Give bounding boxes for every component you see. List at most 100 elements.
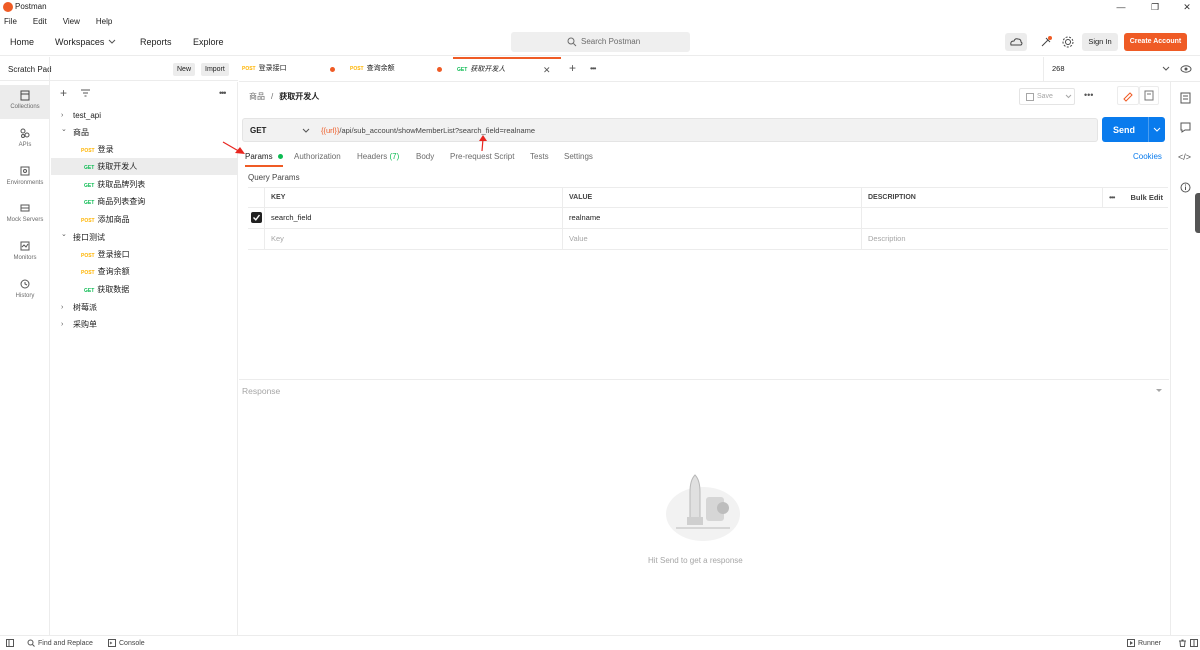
- filter-icon[interactable]: [81, 89, 90, 97]
- menu-edit[interactable]: Edit: [33, 17, 47, 26]
- find-replace-button[interactable]: Find and Replace: [27, 639, 93, 647]
- create-account-button[interactable]: Create Account: [1124, 33, 1187, 51]
- method-select[interactable]: GET: [242, 118, 317, 142]
- tab-headers[interactable]: Headers (7): [357, 152, 399, 161]
- rail-environments[interactable]: Environments: [0, 161, 50, 195]
- satellite-icon[interactable]: [1039, 35, 1053, 49]
- nav-reports[interactable]: Reports: [140, 37, 172, 47]
- tree-item-request[interactable]: POST 登录: [51, 141, 237, 158]
- tree-item-api-test[interactable]: ⌄ 接口测试: [51, 229, 237, 246]
- tab-authorization[interactable]: Authorization: [294, 152, 341, 161]
- tree-item-request[interactable]: POST 添加商品: [51, 211, 237, 228]
- param-key-placeholder[interactable]: Key: [264, 229, 566, 249]
- tree-item-goods[interactable]: ⌄ 商品: [51, 124, 237, 141]
- tree-item-request[interactable]: GET 获取品牌列表: [51, 176, 237, 193]
- tab-request-active[interactable]: GET 获取开发人 ✕: [453, 57, 561, 81]
- table-header-row: KEY VALUE DESCRIPTION ••• Bulk Edit: [248, 187, 1168, 208]
- search-icon: [567, 37, 577, 47]
- tab-headers-label: Headers: [357, 152, 388, 161]
- bulk-edit-button[interactable]: Bulk Edit: [1131, 193, 1164, 202]
- tree-item-request[interactable]: GET 商品列表查询: [51, 193, 237, 210]
- documentation-icon[interactable]: [1180, 92, 1191, 104]
- param-value-cell[interactable]: realname: [562, 208, 860, 228]
- gear-icon[interactable]: [1062, 36, 1074, 48]
- menu-file[interactable]: File: [4, 17, 17, 26]
- send-button[interactable]: Send: [1102, 117, 1165, 142]
- tab-settings[interactable]: Settings: [564, 152, 593, 161]
- tree-item-test-api[interactable]: › test_api: [51, 107, 237, 124]
- method-badge: GET: [84, 183, 95, 189]
- table-more-icon[interactable]: •••: [1109, 193, 1115, 202]
- col-key-header: KEY: [264, 188, 566, 208]
- code-icon[interactable]: </>: [1178, 152, 1191, 162]
- tree-item-request[interactable]: POST 登录接口: [51, 246, 237, 263]
- param-key-cell[interactable]: search_field: [264, 208, 566, 228]
- close-tab-icon[interactable]: ✕: [543, 59, 551, 81]
- cookies-link[interactable]: Cookies: [1133, 152, 1162, 161]
- save-button[interactable]: Save: [1019, 88, 1075, 105]
- new-button[interactable]: New: [173, 63, 196, 76]
- layout-icon[interactable]: [1190, 639, 1198, 647]
- environment-select[interactable]: 268: [1043, 57, 1178, 81]
- comments-icon[interactable]: [1180, 122, 1191, 133]
- tree-item-request-selected[interactable]: GET 获取开发人: [51, 158, 237, 175]
- eye-icon[interactable]: [1180, 64, 1192, 74]
- tab-params[interactable]: Params: [245, 152, 283, 167]
- breadcrumb-current[interactable]: 获取开发人: [279, 91, 319, 102]
- info-icon[interactable]: [1180, 182, 1191, 193]
- maximize-button[interactable]: ❐: [1146, 1, 1164, 13]
- minimize-button[interactable]: —: [1112, 1, 1130, 13]
- tree-item-raspberry[interactable]: › 树莓派: [51, 299, 237, 316]
- tree-item-label: 接口测试: [73, 233, 105, 242]
- nav-explore[interactable]: Explore: [193, 37, 224, 47]
- response-header[interactable]: Response: [239, 379, 1169, 399]
- search-input[interactable]: Search Postman: [511, 32, 690, 52]
- tree-item-request[interactable]: POST 查询余额: [51, 263, 237, 280]
- sidebar-toggle-icon[interactable]: [6, 639, 14, 647]
- col-description-header: DESCRIPTION: [861, 188, 1102, 208]
- history-icon: [20, 279, 30, 289]
- breadcrumb-parent[interactable]: 商品: [249, 91, 265, 102]
- param-value-placeholder[interactable]: Value: [562, 229, 860, 249]
- url-text: {{url}}/api/sub_account/showMemberList?s…: [321, 126, 535, 135]
- tree-item-label: 采购单: [73, 320, 97, 329]
- tab-tests[interactable]: Tests: [530, 152, 549, 161]
- rail-monitors[interactable]: Monitors: [0, 236, 50, 270]
- sign-in-button[interactable]: Sign In: [1082, 33, 1118, 51]
- add-collection-icon[interactable]: +: [60, 86, 67, 100]
- runner-button[interactable]: Runner: [1127, 639, 1161, 647]
- console-button[interactable]: Console: [108, 639, 145, 647]
- menu-help[interactable]: Help: [96, 17, 112, 26]
- rail-history[interactable]: History: [0, 274, 50, 308]
- import-button[interactable]: Import: [201, 63, 229, 76]
- nav-home[interactable]: Home: [10, 37, 34, 47]
- nav-workspaces[interactable]: Workspaces: [55, 37, 116, 47]
- rail-apis[interactable]: APIs: [0, 123, 50, 157]
- side-panel-handle[interactable]: [1195, 193, 1200, 233]
- param-description-cell[interactable]: [861, 208, 1168, 228]
- param-enabled-checkbox[interactable]: [251, 212, 262, 223]
- documentation-button[interactable]: [1139, 86, 1159, 105]
- edit-button[interactable]: [1117, 86, 1139, 105]
- tabs-more-icon[interactable]: •••: [590, 64, 596, 73]
- method-badge: POST: [242, 66, 256, 72]
- new-tab-icon[interactable]: +: [569, 61, 576, 75]
- tree-item-purchase-order[interactable]: › 采购单: [51, 316, 237, 333]
- rail-collections[interactable]: Collections: [0, 85, 50, 119]
- request-more-icon[interactable]: •••: [1084, 90, 1093, 100]
- rail-mock-servers[interactable]: Mock Servers: [0, 198, 50, 232]
- trash-icon[interactable]: [1178, 639, 1187, 647]
- sync-status-button[interactable]: [1005, 33, 1027, 51]
- sidebar-more-icon[interactable]: •••: [219, 88, 227, 98]
- tab-body[interactable]: Body: [416, 152, 434, 161]
- chevron-down-icon[interactable]: [1153, 127, 1161, 133]
- url-input[interactable]: {{url}}/api/sub_account/showMemberList?s…: [316, 118, 1098, 142]
- tab-pre-request-script[interactable]: Pre-request Script: [450, 152, 514, 161]
- method-badge: GET: [84, 288, 95, 294]
- tab-request[interactable]: POST 查询余额: [350, 57, 450, 81]
- menu-view[interactable]: View: [63, 17, 80, 26]
- param-description-placeholder[interactable]: Description: [861, 229, 1168, 249]
- tab-request[interactable]: POST 登录接口: [242, 57, 347, 81]
- tree-item-request[interactable]: GET 获取数据: [51, 281, 237, 298]
- close-button[interactable]: ✕: [1178, 1, 1196, 13]
